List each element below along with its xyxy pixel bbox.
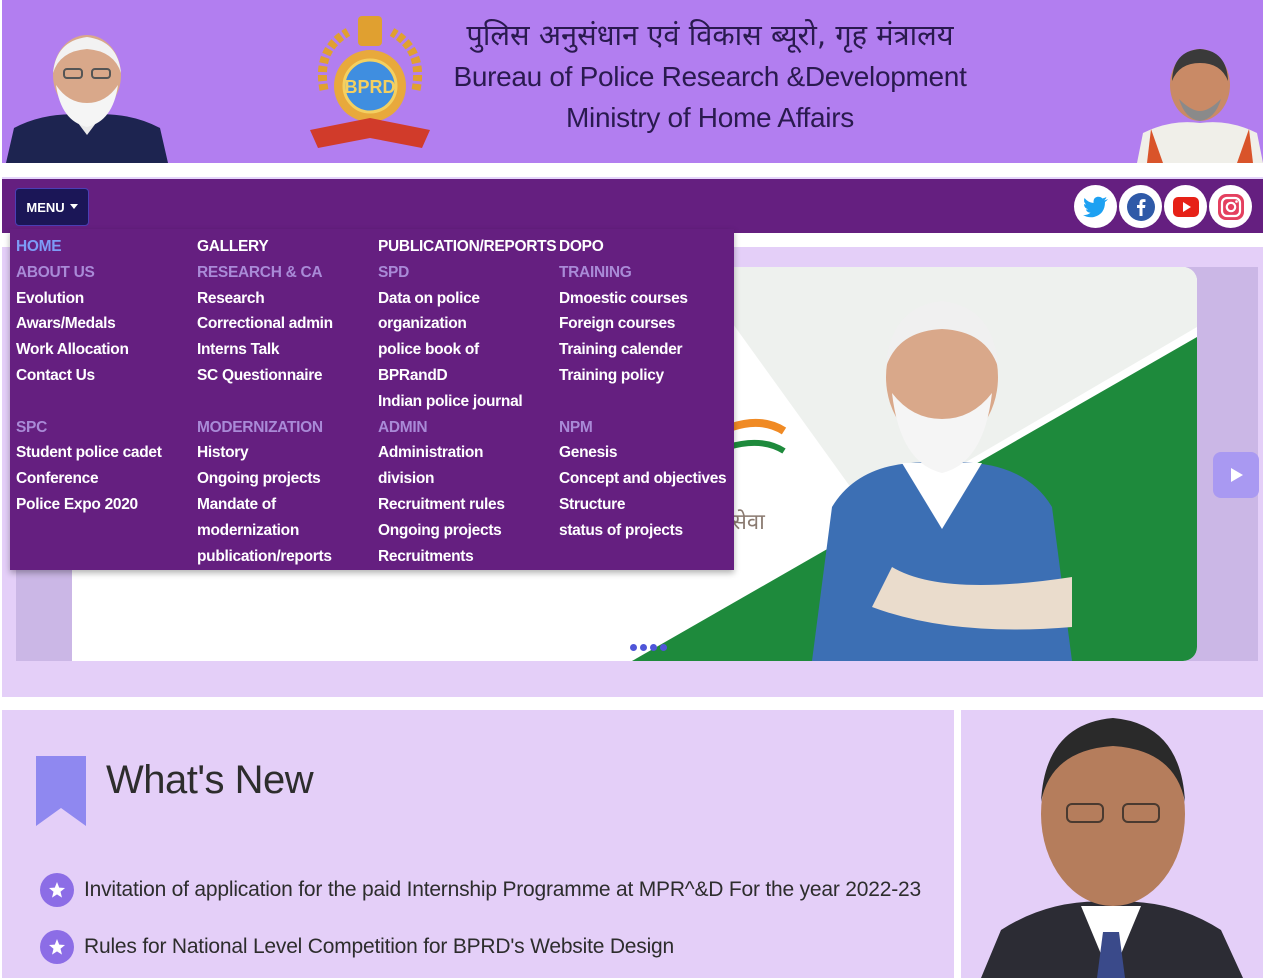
menu-item[interactable]: Structure <box>559 492 739 518</box>
director-portrait <box>981 718 1243 978</box>
portrait-left <box>6 35 168 163</box>
facebook-icon <box>1126 192 1155 221</box>
menu-item[interactable]: Administration <box>378 440 558 466</box>
title-ministry: Ministry of Home Affairs <box>566 102 854 133</box>
menu-item[interactable]: Student police cadet <box>16 440 196 466</box>
menu-heading-admin[interactable]: ADMIN <box>378 415 558 441</box>
menu-heading-npm[interactable]: NPM <box>559 415 739 441</box>
menu-item[interactable]: Recruitment rules <box>378 492 558 518</box>
slider-dot[interactable] <box>660 644 667 651</box>
menu-heading-modernization[interactable]: MODERNIZATION <box>197 415 377 441</box>
whats-new-title: What's New <box>106 758 314 802</box>
slider-next-button[interactable] <box>1213 452 1259 498</box>
caret-down-icon <box>69 203 78 209</box>
title-english: Bureau of Police Research &Development <box>453 61 967 92</box>
director-portrait-panel <box>961 710 1263 978</box>
slider-dot[interactable] <box>650 644 657 651</box>
menu-heading-spd[interactable]: SPD <box>378 260 558 286</box>
menu-item[interactable]: Concept and objectives <box>559 466 739 492</box>
bookmark-icon <box>36 756 86 826</box>
menu-item[interactable]: Ongoing projects <box>197 466 377 492</box>
star-icon <box>40 930 74 964</box>
menu-item[interactable]: Training calender <box>559 337 739 363</box>
menu-toggle-button[interactable]: MENU <box>15 188 89 226</box>
menu-button-label: MENU <box>26 199 65 215</box>
twitter-icon <box>1082 196 1108 217</box>
site-header: BPRD पुलिस अनुसंधान एवं विकास ब्यूरो, गृ… <box>2 0 1263 163</box>
menu-item[interactable]: Correctional admin <box>197 311 377 337</box>
mega-menu-dropdown: HOME ABOUT US Evolution Awars/Medals Wor… <box>10 229 734 570</box>
menu-item[interactable]: division <box>378 466 558 492</box>
menu-item[interactable]: Evolution <box>16 286 196 312</box>
menu-item[interactable]: modernization <box>197 518 377 544</box>
menu-heading-training[interactable]: TRAINING <box>559 260 739 286</box>
menu-home[interactable]: HOME <box>16 234 196 260</box>
menu-item[interactable]: History <box>197 440 377 466</box>
slider-dots <box>630 644 667 651</box>
menu-item[interactable]: BPRandD <box>378 363 558 389</box>
header-separator <box>2 163 1263 179</box>
menu-item[interactable]: Foreign courses <box>559 311 739 337</box>
menu-heading-research[interactable]: RESEARCH & CA <box>197 260 377 286</box>
instagram-link[interactable] <box>1209 185 1252 228</box>
menu-gallery[interactable]: GALLERY <box>197 234 377 260</box>
menu-item[interactable]: Police Expo 2020 <box>16 492 196 518</box>
youtube-icon <box>1172 196 1199 217</box>
menu-item[interactable]: organization <box>378 311 558 337</box>
menu-dopo[interactable]: DOPO <box>559 234 739 260</box>
youtube-link[interactable] <box>1164 185 1207 228</box>
whats-new-panel: What's New Invitation of application for… <box>2 710 954 978</box>
menu-item[interactable]: Awars/Medals <box>16 311 196 337</box>
menu-item[interactable]: Indian police journal <box>378 389 558 415</box>
menu-item[interactable]: status of projects <box>559 518 739 544</box>
menu-item[interactable]: Interns Talk <box>197 337 377 363</box>
title-hindi: पुलिस अनुसंधान एवं विकास ब्यूरो, गृह मंत… <box>466 18 954 52</box>
menu-item[interactable]: Mandate of <box>197 492 377 518</box>
menu-item[interactable]: Contact Us <box>16 363 196 389</box>
news-item-text: Rules for National Level Competition for… <box>84 935 674 958</box>
slider-dot[interactable] <box>640 644 647 651</box>
menu-item[interactable]: Work Allocation <box>16 337 196 363</box>
star-icon <box>40 873 74 907</box>
emblem-text: BPRD <box>344 77 395 97</box>
menu-column-3: PUBLICATION/REPORTS SPD Data on police o… <box>378 234 558 569</box>
menu-item[interactable]: SC Questionnaire <box>197 363 377 389</box>
slider-dot[interactable] <box>630 644 637 651</box>
portrait-right <box>1137 49 1263 163</box>
menu-column-1: HOME ABOUT US Evolution Awars/Medals Wor… <box>16 234 196 518</box>
menu-item[interactable]: police book of <box>378 337 558 363</box>
facebook-link[interactable] <box>1119 185 1162 228</box>
main-navbar: MENU <box>2 179 1263 233</box>
menu-item[interactable]: Dmoestic courses <box>559 286 739 312</box>
instagram-icon <box>1217 193 1244 220</box>
menu-item[interactable]: Conference <box>16 466 196 492</box>
menu-item[interactable]: Research <box>197 286 377 312</box>
menu-item[interactable]: Genesis <box>559 440 739 466</box>
menu-item[interactable]: Recruitments <box>378 544 558 570</box>
menu-item[interactable]: publication/reports <box>197 544 377 570</box>
menu-item[interactable]: Data on police <box>378 286 558 312</box>
menu-column-2: GALLERY RESEARCH & CA Research Correctio… <box>197 234 377 569</box>
news-item-text: Invitation of application for the paid I… <box>84 878 921 901</box>
menu-item[interactable]: Ongoing projects <box>378 518 558 544</box>
menu-column-4: DOPO TRAINING Dmoestic courses Foreign c… <box>559 234 739 544</box>
menu-heading-spc[interactable]: SPC <box>16 415 196 441</box>
menu-heading-about[interactable]: ABOUT US <box>16 260 196 286</box>
news-item[interactable]: Rules for National Level Competition for… <box>40 930 674 964</box>
twitter-link[interactable] <box>1074 185 1117 228</box>
menu-publication-reports[interactable]: PUBLICATION/REPORTS <box>378 234 558 260</box>
site-title: पुलिस अनुसंधान एवं विकास ब्यूरो, गृह मंत… <box>440 14 980 138</box>
news-item[interactable]: Invitation of application for the paid I… <box>40 873 921 907</box>
menu-item[interactable]: Training policy <box>559 363 739 389</box>
play-arrow-icon <box>1231 468 1243 482</box>
bprd-emblem-logo: BPRD <box>310 16 430 148</box>
